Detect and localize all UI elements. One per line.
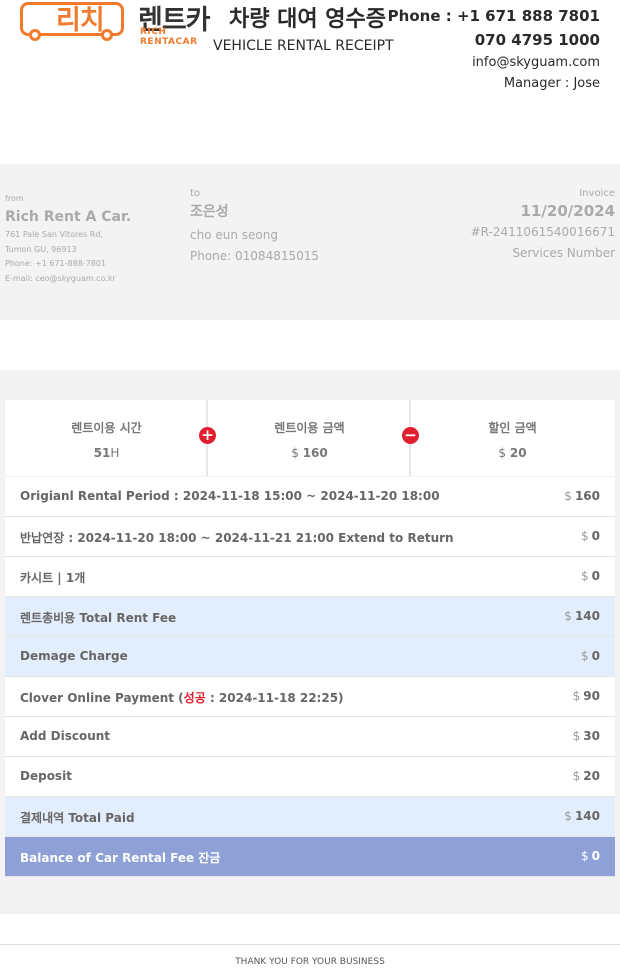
line-car-seat: 카시트 | 1개 $0: [5, 557, 615, 597]
footer-divider: [0, 944, 620, 945]
line-total-paid: 결제내역 Total Paid $140: [5, 797, 615, 837]
invoice-label: Invoice: [579, 188, 615, 199]
from-address-2: Tumon GU, 96913: [5, 244, 77, 254]
customer-phone: Phone: 01084815015: [190, 249, 320, 263]
rental-time-summary: 렌트이용 시간 51H: [5, 400, 208, 476]
line-online-payment: Clover Online Payment (성공 : 2024-11-18 2…: [5, 677, 615, 717]
contact-email[interactable]: info@skyguam.com: [388, 52, 600, 73]
rental-amount-label: 렌트이용 금액: [274, 421, 345, 435]
rental-time-value: 51H: [93, 446, 120, 460]
receipt-title-kr: 차량 대여 영수증: [229, 7, 386, 32]
from-address-1: 761 Pale San Vitores Rd,: [5, 230, 103, 239]
invoice-date: 11/20/2024: [520, 202, 615, 220]
discount-value: $ 20: [498, 446, 527, 460]
to-block: to 조은성 cho eun seong Phone: 01084815015: [190, 188, 319, 267]
discount-label: 할인 금액: [488, 421, 537, 435]
phone-secondary: 070 4795 1000: [474, 31, 600, 49]
contact-block: Phone : +1 671 888 7801 070 4795 1000 in…: [388, 4, 600, 94]
line-total-rent-fee: 렌트총비용 Total Rent Fee $140: [5, 597, 615, 637]
rental-amount-value: $ 160: [291, 446, 328, 460]
summary-bar: 렌트이용 시간 51H + 렌트이용 금액 $ 160 − 할인 금액 $ 20: [5, 400, 615, 476]
from-company: Rich Rent A Car.: [5, 209, 132, 225]
line-add-discount: Add Discount $30: [5, 717, 615, 757]
charge-lines: Origianl Rental Period : 2024-11-18 15:0…: [5, 477, 615, 877]
line-balance-due: Balance of Car Rental Fee 잔금 $0: [5, 837, 615, 877]
rental-time-label: 렌트이용 시간: [71, 421, 142, 435]
to-label: to: [190, 188, 201, 199]
payment-success-badge: 성공: [183, 691, 206, 705]
party-info-section: from Rich Rent A Car. 761 Pale San Vitor…: [0, 164, 620, 320]
line-return-extension: 반납연장 : 2024-11-20 18:00 ~ 2024-11-21 21:…: [5, 517, 615, 557]
charges-section: 렌트이용 시간 51H + 렌트이용 금액 $ 160 − 할인 금액 $ 20…: [0, 370, 620, 914]
line-damage-charge: Demage Charge $0: [5, 637, 615, 677]
from-block: from Rich Rent A Car. 761 Pale San Vitor…: [5, 194, 131, 286]
receipt-header: 리치 렌트카 RICH RENTACAR 차량 대여 영수증 VEHICLE R…: [0, 0, 620, 130]
line-original-rental-period: Origianl Rental Period : 2024-11-18 15:0…: [5, 477, 615, 517]
footer-thanks: THANK YOU FOR YOUR BUSINESS: [235, 957, 385, 967]
from-label: from: [5, 194, 24, 203]
rich-rentacar-logo: 리치 렌트카 RICH RENTACAR: [20, 0, 220, 47]
invoice-block: Invoice 11/20/2024 #R-2411061540016671 S…: [471, 188, 615, 264]
from-phone: Phone: +1 671-888-7801: [5, 259, 107, 268]
rental-amount-summary: 렌트이용 금액 $ 160: [208, 400, 411, 476]
invoice-number: #R-2411061540016671: [470, 225, 615, 239]
discount-summary: 할인 금액 $ 20: [411, 400, 614, 476]
customer-name-kr: 조은성: [190, 204, 229, 220]
line-deposit: Deposit $20: [5, 757, 615, 797]
phone-primary: Phone : +1 671 888 7801: [387, 7, 600, 25]
manager-name: Manager : Jose: [503, 76, 600, 91]
logo-text-rich: 리치: [56, 5, 105, 36]
logo-text-en: RICH RENTACAR: [140, 27, 198, 47]
customer-name-en: cho eun seong: [190, 228, 278, 242]
receipt-title-en: VEHICLE RENTAL RECEIPT: [213, 38, 394, 54]
from-email[interactable]: E-mail: ceo@skyguam.co.kr: [5, 272, 131, 287]
services-number-label: Services Number: [512, 246, 615, 260]
